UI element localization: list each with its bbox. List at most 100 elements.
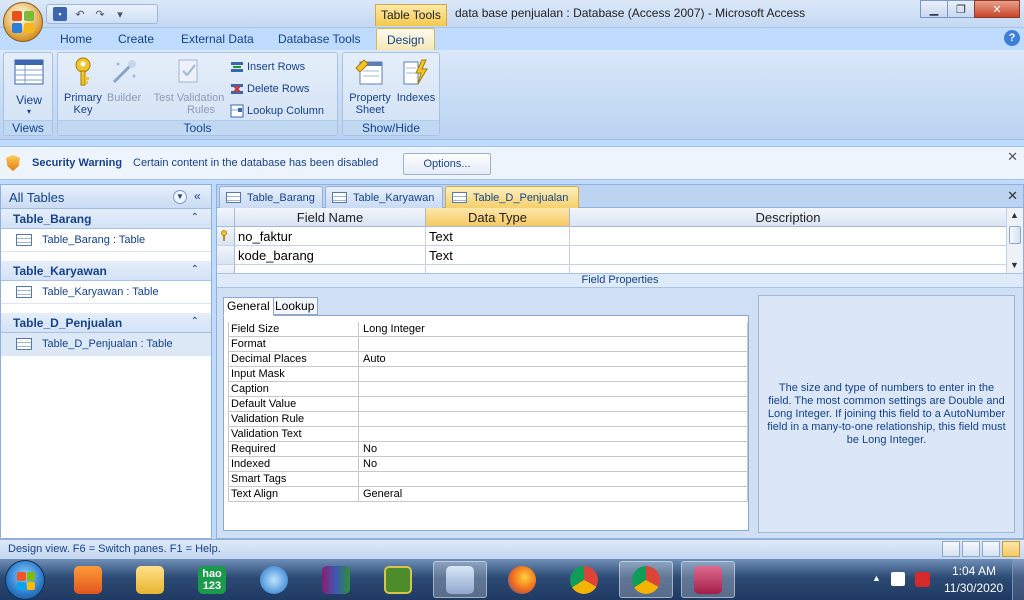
minimize-button[interactable]: ▁: [920, 0, 948, 18]
datasheet-view-icon[interactable]: [942, 541, 960, 557]
collapse-group-icon[interactable]: ⌃: [191, 212, 199, 223]
taskbar-winrar[interactable]: [309, 561, 363, 598]
tab-design[interactable]: Design: [376, 28, 436, 50]
taskbar-hao123[interactable]: hao 123: [185, 561, 239, 598]
property-value[interactable]: Auto: [359, 352, 748, 367]
tab-home[interactable]: Home: [60, 28, 92, 50]
data-type-cell[interactable]: Text: [426, 246, 570, 265]
customize-qat-icon[interactable]: ▾: [113, 7, 127, 21]
property-value[interactable]: No: [359, 442, 748, 457]
property-value[interactable]: [359, 382, 748, 397]
property-row[interactable]: Validation Rule: [228, 412, 748, 427]
pivot-chart-view-icon[interactable]: [982, 541, 1000, 557]
clock-time[interactable]: 1:04 AM: [952, 564, 996, 578]
undo-icon[interactable]: ↶: [73, 7, 87, 21]
column-header-description[interactable]: Description: [570, 208, 1007, 227]
office-button[interactable]: [3, 2, 43, 42]
scroll-down-icon[interactable]: ▼: [1010, 260, 1019, 270]
design-view-icon[interactable]: [1002, 541, 1020, 557]
test-validation-rules-button[interactable]: Test Validation Rules: [147, 56, 231, 116]
property-row[interactable]: Default Value: [228, 397, 748, 412]
nav-title[interactable]: All Tables: [9, 190, 64, 205]
table-row[interactable]: no_faktur Text: [217, 227, 1007, 246]
show-hidden-icons-icon[interactable]: ▲: [872, 573, 881, 583]
nav-menu-dropdown-icon[interactable]: ▼: [173, 190, 187, 204]
help-icon[interactable]: ?: [1004, 30, 1020, 46]
pivot-table-view-icon[interactable]: [962, 541, 980, 557]
property-value[interactable]: No: [359, 457, 748, 472]
network-tray-icon[interactable]: [891, 572, 905, 586]
view-button[interactable]: View ▾: [8, 56, 50, 118]
property-value[interactable]: [359, 337, 748, 352]
close-button[interactable]: ✕: [974, 0, 1020, 18]
antivirus-tray-icon[interactable]: [915, 572, 930, 587]
property-row[interactable]: Decimal Places Auto: [228, 352, 748, 367]
nav-group-table-d-penjualan[interactable]: Table_D_Penjualan ⌃: [1, 313, 211, 333]
lookup-column-button[interactable]: Lookup Column: [230, 101, 324, 121]
property-row[interactable]: Smart Tags: [228, 472, 748, 487]
maximize-button[interactable]: ❐: [947, 0, 975, 18]
property-row[interactable]: Caption: [228, 382, 748, 397]
doc-tab-table-d-penjualan[interactable]: Table_D_Penjualan: [445, 186, 579, 208]
shutter-bar-collapse-icon[interactable]: «: [194, 189, 201, 203]
scroll-up-icon[interactable]: ▲: [1010, 210, 1019, 220]
taskbar-internet-explorer[interactable]: [247, 561, 301, 598]
property-row[interactable]: Indexed No: [228, 457, 748, 472]
taskbar-chrome[interactable]: [557, 561, 611, 598]
taskbar-chrome-2[interactable]: [619, 561, 673, 598]
tab-general[interactable]: General: [223, 297, 274, 316]
grid-vertical-scrollbar[interactable]: ▲ ▼: [1006, 208, 1023, 273]
delete-rows-button[interactable]: Delete Rows: [230, 79, 309, 99]
property-value[interactable]: [359, 472, 748, 487]
property-row[interactable]: Format: [228, 337, 748, 352]
close-document-icon[interactable]: ✕: [1007, 188, 1018, 204]
close-security-bar-icon[interactable]: ✕: [1007, 149, 1018, 165]
row-selector[interactable]: [217, 246, 235, 265]
tab-create[interactable]: Create: [118, 28, 154, 50]
options-button[interactable]: Options...: [403, 153, 491, 175]
insert-rows-button[interactable]: Insert Rows: [230, 57, 305, 77]
taskbar-access[interactable]: [681, 561, 735, 598]
property-value[interactable]: [359, 427, 748, 442]
taskbar-app-green[interactable]: [371, 561, 425, 598]
property-row[interactable]: Input Mask: [228, 367, 748, 382]
nav-item-table-d-penjualan[interactable]: Table_D_Penjualan : Table: [1, 333, 211, 356]
column-header-data-type[interactable]: Data Type: [426, 208, 570, 227]
field-name-cell[interactable]: kode_barang: [235, 246, 426, 265]
property-row[interactable]: Validation Text: [228, 427, 748, 442]
collapse-group-icon[interactable]: ⌃: [191, 316, 199, 327]
primary-key-button[interactable]: Primary Key: [61, 56, 105, 116]
collapse-group-icon[interactable]: ⌃: [191, 264, 199, 275]
row-selector[interactable]: [217, 265, 235, 273]
description-cell[interactable]: [570, 246, 1007, 265]
table-row[interactable]: kode_barang Text: [217, 246, 1007, 265]
doc-tab-table-karyawan[interactable]: Table_Karyawan: [325, 186, 443, 208]
tab-database-tools[interactable]: Database Tools: [278, 28, 361, 50]
taskbar-keyboard-app[interactable]: [433, 561, 487, 598]
clock-date[interactable]: 11/30/2020: [944, 581, 1003, 595]
start-button[interactable]: [5, 560, 45, 600]
tab-lookup[interactable]: Lookup: [271, 297, 319, 315]
column-header-field-name[interactable]: Field Name: [235, 208, 426, 227]
table-row-partial[interactable]: [217, 265, 1007, 273]
property-sheet-button[interactable]: Property Sheet: [346, 56, 394, 116]
property-row[interactable]: Field Size Long Integer: [228, 322, 748, 337]
save-icon[interactable]: ▪: [53, 7, 67, 21]
redo-icon[interactable]: ↷: [93, 7, 107, 21]
taskbar-file-explorer[interactable]: [123, 561, 177, 598]
indexes-button[interactable]: Indexes: [394, 56, 438, 104]
property-value[interactable]: [359, 412, 748, 427]
property-value[interactable]: [359, 397, 748, 412]
data-type-cell[interactable]: Text: [426, 227, 570, 246]
scroll-thumb[interactable]: [1009, 226, 1021, 244]
doc-tab-table-barang[interactable]: Table_Barang: [219, 186, 323, 208]
nav-item-table-barang[interactable]: Table_Barang : Table: [1, 229, 211, 252]
nav-group-table-karyawan[interactable]: Table_Karyawan ⌃: [1, 261, 211, 281]
row-selector[interactable]: [217, 227, 235, 246]
show-desktop-button[interactable]: [1012, 559, 1024, 600]
nav-item-table-karyawan[interactable]: Table_Karyawan : Table: [1, 281, 211, 304]
property-row[interactable]: Required No: [228, 442, 748, 457]
builder-button[interactable]: Builder: [104, 56, 144, 104]
taskbar-media-player[interactable]: [61, 561, 115, 598]
property-value[interactable]: General: [359, 487, 748, 502]
